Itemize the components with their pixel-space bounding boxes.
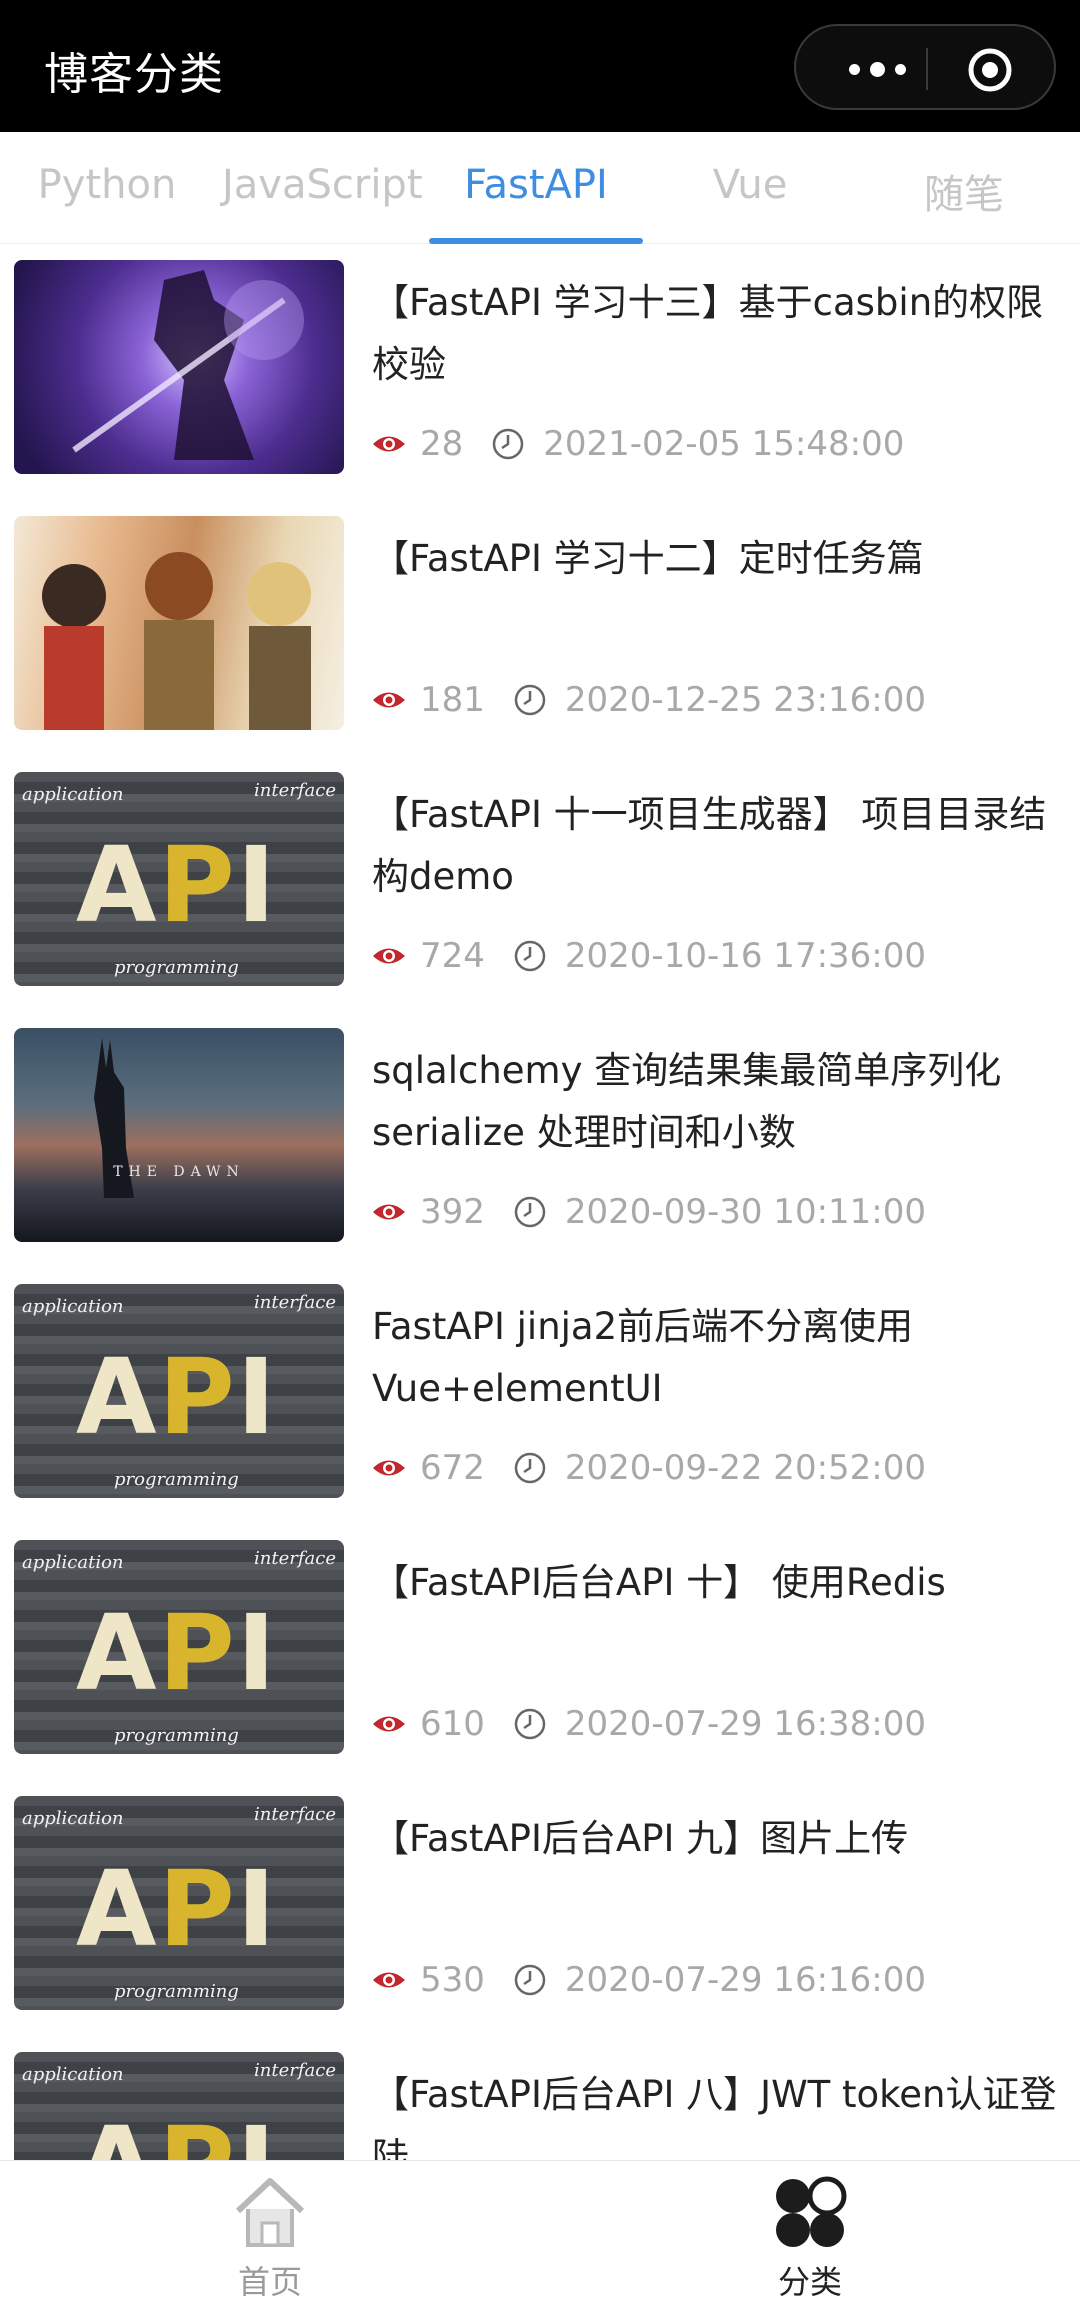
post-title: 【FastAPI后台API 九】图片上传 <box>372 1817 909 1860</box>
post-date: 2021-02-05 15:48:00 <box>543 424 905 464</box>
post-item[interactable]: 【FastAPI 学习十三】基于casbin的权限校验 28 2021-02-0… <box>0 244 1080 500</box>
tab-bar-item-category[interactable]: 分类 <box>710 2161 910 2308</box>
eye-icon <box>373 692 405 708</box>
post-title: 【FastAPI后台API 八】JWT token认证登陆 <box>372 2073 1057 2160</box>
post-item[interactable]: application interface programming API 【F… <box>0 756 1080 1012</box>
thumb-text-the-dawn: THE DAWN <box>113 1164 245 1180</box>
post-meta: 530 2020-07-29 16:16:00 <box>372 1960 926 2000</box>
post-meta: 181 2020-12-25 23:16:00 <box>372 680 926 720</box>
view-count: 724 <box>420 936 485 976</box>
clock-icon <box>514 684 546 716</box>
post-meta: 392 2020-09-30 10:11:00 <box>372 1192 926 1232</box>
thumb-text-application: application <box>22 784 124 805</box>
post-thumbnail: application interface programming API <box>14 1540 344 1754</box>
clock-icon <box>514 1196 546 1228</box>
thumb-api-letters: API <box>76 824 278 946</box>
thumb-text-interface: interface <box>254 1548 336 1569</box>
thumb-text-programming: programming <box>114 957 239 978</box>
view-count: 672 <box>420 1448 485 1488</box>
tab-bar-label-home: 首页 <box>237 2263 302 2301</box>
post-date: 2020-12-25 23:16:00 <box>564 680 927 720</box>
close-miniprogram-icon[interactable] <box>966 46 1014 94</box>
post-list: 【FastAPI 学习十三】基于casbin的权限校验 28 2021-02-0… <box>0 244 1080 2160</box>
tab-fastapi[interactable]: FastAPI <box>436 162 636 208</box>
clock-icon <box>514 1452 546 1484</box>
thumb-text-application: application <box>22 1808 124 1829</box>
post-thumbnail: application interface programming API <box>14 2052 344 2160</box>
tab-notes[interactable]: 随笔 <box>864 162 1064 220</box>
thumb-text-application: application <box>22 1552 124 1573</box>
tab-python[interactable]: Python <box>7 162 207 208</box>
post-item[interactable]: application interface programming API 【F… <box>0 1780 1080 2036</box>
view-count: 530 <box>420 1960 485 2000</box>
clock-icon <box>514 1708 546 1740</box>
thumb-api-letters: API <box>76 2104 277 2160</box>
post-date: 2020-07-29 16:38:00 <box>564 1704 927 1744</box>
post-title: FastAPI jinja2前后端不分离使用Vue+elementUI <box>372 1305 914 1410</box>
post-item[interactable]: application interface programming API 【F… <box>0 1524 1080 1780</box>
page-title: 博客分类 <box>44 49 224 100</box>
category-tabs: Python JavaScript FastAPI Vue 随笔 <box>0 132 1080 244</box>
thumb-text-application: application <box>22 1296 124 1317</box>
post-title: sqlalchemy 查询结果集最简单序列化serialize 处理时间和小数 <box>372 1049 1002 1154</box>
category-icon <box>776 2176 847 2247</box>
eye-icon <box>373 436 405 452</box>
eye-icon <box>373 1460 405 1476</box>
post-meta: 672 2020-09-22 20:52:00 <box>372 1448 926 1488</box>
more-icon[interactable] <box>834 54 920 84</box>
thumb-text-programming: programming <box>114 1981 239 2002</box>
view-count: 181 <box>420 680 485 720</box>
thumb-text-programming: programming <box>114 1725 239 1746</box>
view-count: 28 <box>420 424 464 464</box>
thumb-text-programming: programming <box>114 1469 239 1490</box>
nav-bar: 博客分类 <box>0 0 1080 132</box>
post-meta: 724 2020-10-16 17:36:00 <box>372 936 926 976</box>
tab-bar: 首页 分类 <box>0 2160 1080 2308</box>
view-count: 392 <box>420 1192 485 1232</box>
post-thumbnail <box>14 516 344 730</box>
post-date: 2020-09-22 20:52:00 <box>564 1448 927 1488</box>
tab-bar-item-home[interactable]: 首页 <box>170 2161 370 2308</box>
mini-program-capsule <box>794 24 1056 110</box>
thumb-text-interface: interface <box>254 1804 336 1825</box>
post-item[interactable]: 【FastAPI 学习十二】定时任务篇 181 2020-12-25 23:16… <box>0 500 1080 756</box>
home-icon <box>235 2178 305 2247</box>
thumb-text-interface: interface <box>254 2060 336 2081</box>
eye-icon <box>373 1972 405 1988</box>
post-meta: 610 2020-07-29 16:38:00 <box>372 1704 926 1744</box>
tab-bar-label-category: 分类 <box>777 2263 842 2301</box>
post-title: 【FastAPI 学习十三】基于casbin的权限校验 <box>372 281 1044 386</box>
thumb-text-interface: interface <box>254 780 336 801</box>
thumb-text-application: application <box>22 2064 124 2085</box>
post-thumbnail: application interface programming API <box>14 1284 344 1498</box>
post-meta: 28 2021-02-05 15:48:00 <box>372 424 904 464</box>
capsule-divider <box>926 48 928 90</box>
view-count: 610 <box>420 1704 485 1744</box>
tab-vue[interactable]: Vue <box>650 162 850 208</box>
post-title: 【FastAPI 十一项目生成器】 项目目录结构demo <box>372 793 1047 898</box>
eye-icon <box>373 1716 405 1732</box>
post-date: 2020-09-30 10:11:00 <box>564 1192 927 1232</box>
eye-icon <box>373 948 405 964</box>
thumb-api-letters: API <box>76 1592 278 1714</box>
post-thumbnail: THE DAWN <box>14 1028 344 1242</box>
thumb-api-letters: API <box>76 1848 278 1970</box>
clock-icon <box>514 940 546 972</box>
post-thumbnail <box>14 260 344 474</box>
post-item[interactable]: application interface programming API Fa… <box>0 1268 1080 1524</box>
post-title: 【FastAPI后台API 十】 使用Redis <box>372 1561 946 1604</box>
thumb-text-interface: interface <box>254 1292 336 1313</box>
post-thumbnail: application interface programming API <box>14 1796 344 2010</box>
post-date: 2020-10-16 17:36:00 <box>564 936 927 976</box>
post-thumbnail: application interface programming API <box>14 772 344 986</box>
clock-icon <box>493 428 524 460</box>
post-item[interactable]: application interface programming API 【F… <box>0 2036 1080 2160</box>
post-item[interactable]: THE DAWN sqlalchemy 查询结果集最简单序列化serialize… <box>0 1012 1080 1268</box>
thumb-api-letters: API <box>76 1336 278 1458</box>
clock-icon <box>514 1964 546 1996</box>
post-title: 【FastAPI 学习十二】定时任务篇 <box>372 537 924 580</box>
eye-icon <box>373 1204 405 1220</box>
post-date: 2020-07-29 16:16:00 <box>564 1960 927 2000</box>
tab-javascript[interactable]: JavaScript <box>222 162 423 208</box>
